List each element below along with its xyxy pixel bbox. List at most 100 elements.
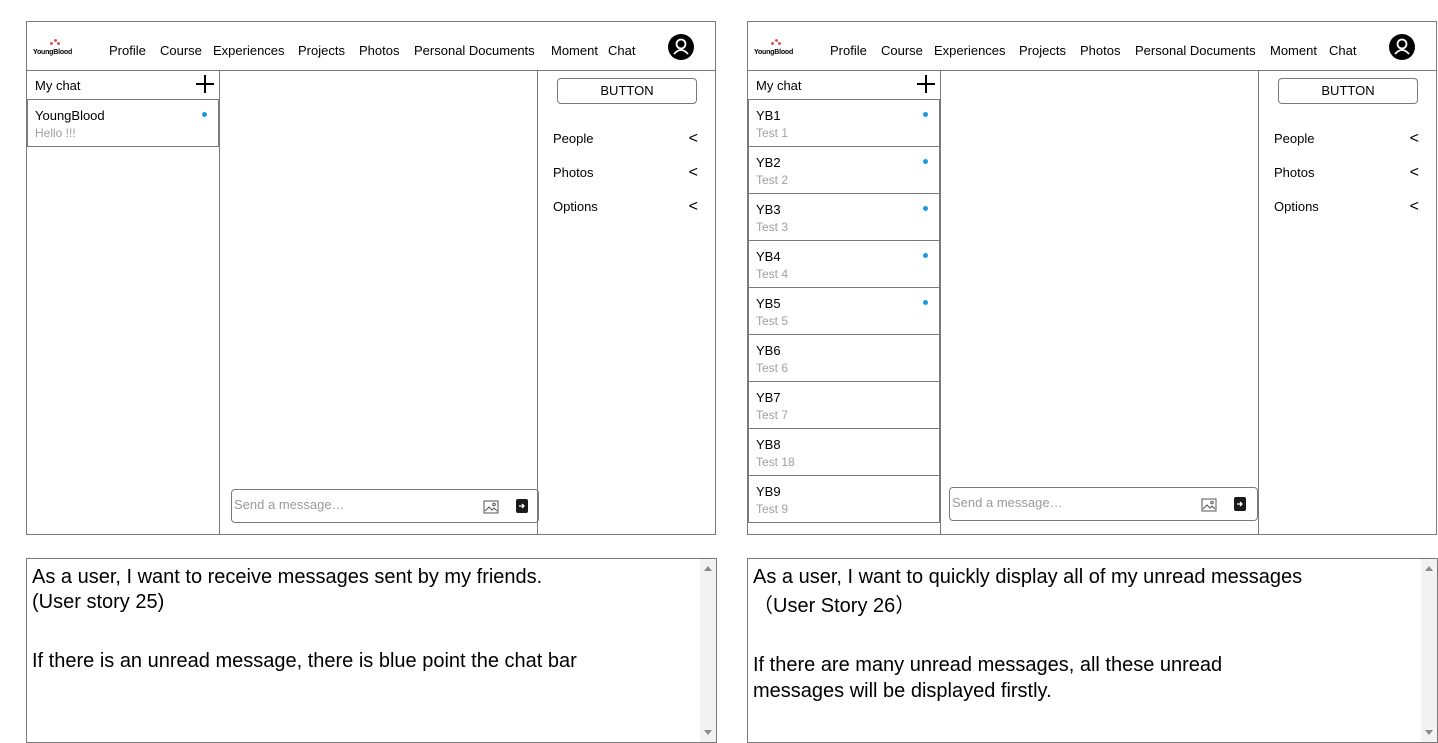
chat-preview: Test 9 (756, 502, 789, 516)
chat-preview: Test 2 (756, 173, 789, 187)
unread-dot-icon (202, 112, 207, 117)
scroll-up-icon[interactable] (704, 566, 712, 571)
chat-preview: Test 18 (756, 455, 795, 469)
logo-mark-icon (50, 39, 60, 47)
attach-image-icon[interactable] (1201, 498, 1217, 512)
chat-item[interactable]: YB3 Test 3 (748, 194, 940, 241)
option-people[interactable]: People < (553, 130, 698, 147)
chat-item[interactable]: YB8 Test 18 (748, 429, 940, 476)
nav-moment[interactable]: Moment (1270, 43, 1317, 58)
chat-name: YB4 (756, 249, 781, 264)
message-input[interactable] (234, 497, 464, 512)
option-label: Photos (553, 165, 594, 180)
add-chat-icon[interactable] (196, 75, 214, 93)
action-button[interactable]: BUTTON (557, 78, 697, 104)
user-avatar-icon[interactable] (1389, 34, 1415, 60)
chat-name: YB6 (756, 343, 781, 358)
unread-dot-icon (923, 206, 928, 211)
send-icon[interactable] (516, 499, 528, 513)
scroll-down-icon[interactable] (1425, 730, 1433, 735)
chat-sidebar: My chat YoungBlood Hello !!! (27, 70, 220, 534)
chat-sidebar-header: My chat (27, 70, 219, 100)
scrollbar[interactable] (700, 559, 716, 742)
nav-experiences[interactable]: Experiences (934, 43, 1006, 58)
chat-name: YB7 (756, 390, 781, 405)
nav-course[interactable]: Course (881, 43, 923, 58)
chat-name: YB1 (756, 108, 781, 123)
scroll-up-icon[interactable] (1425, 566, 1433, 571)
message-input[interactable] (952, 495, 1182, 510)
chat-name: YB3 (756, 202, 781, 217)
chat-preview: Test 6 (756, 361, 789, 375)
message-composer (949, 487, 1258, 521)
story-line: As a user, I want to receive messages se… (32, 566, 543, 588)
nav-projects[interactable]: Projects (1019, 43, 1066, 58)
nav-chat[interactable]: Chat (1329, 43, 1356, 58)
attach-image-icon[interactable] (483, 500, 499, 514)
option-label: Options (1274, 199, 1319, 214)
option-label: People (553, 131, 594, 146)
scrollbar[interactable] (1421, 559, 1437, 742)
story-line: （User Story 26） (753, 595, 916, 617)
chat-preview: Hello !!! (35, 126, 76, 140)
chat-name: YB8 (756, 437, 781, 452)
add-chat-icon[interactable] (917, 75, 935, 93)
chat-item[interactable]: YB5 Test 5 (748, 288, 940, 335)
chevron-left-icon: < (688, 164, 698, 181)
unread-dot-icon (923, 159, 928, 164)
nav-projects[interactable]: Projects (298, 43, 345, 58)
option-photos[interactable]: Photos < (1274, 164, 1419, 181)
chat-item[interactable]: YB6 Test 6 (748, 335, 940, 382)
chat-sidebar: My chat YB1 Test 1 YB2 Test 2 YB3 Test 3 YB… (748, 70, 941, 534)
nav-course[interactable]: Course (160, 43, 202, 58)
chat-item[interactable]: YB2 Test 2 (748, 147, 940, 194)
top-nav: YoungBlood Profile Course Experiences Pr… (748, 22, 1436, 71)
chat-item[interactable]: YB1 Test 1 (748, 100, 940, 147)
unread-dot-icon (923, 112, 928, 117)
chevron-left-icon: < (1409, 130, 1419, 147)
conversation-area (941, 70, 1260, 534)
nav-personal-documents[interactable]: Personal Documents (1135, 43, 1256, 58)
chat-item[interactable]: YB9 Test 9 (748, 476, 940, 523)
left-mockup-frame: YoungBlood Profile Course Experiences Pr… (26, 21, 716, 535)
scroll-down-icon[interactable] (704, 730, 712, 735)
chat-item[interactable]: YoungBlood Hello !!! (27, 100, 219, 147)
user-story-box-26: As a user, I want to quickly display all… (747, 558, 1438, 743)
nav-chat[interactable]: Chat (608, 43, 635, 58)
top-nav: YoungBlood Profile Course Experiences Pr… (27, 22, 715, 71)
logo[interactable]: YoungBlood (754, 39, 800, 61)
chevron-left-icon: < (688, 198, 698, 215)
nav-profile[interactable]: Profile (830, 43, 867, 58)
option-label: People (1274, 131, 1315, 146)
logo-mark-icon (771, 39, 781, 47)
sidebar-title: My chat (756, 78, 802, 93)
chevron-left-icon: < (1409, 198, 1419, 215)
details-panel: BUTTON People < Photos < Options < (1258, 70, 1436, 534)
message-composer (231, 489, 539, 523)
option-photos[interactable]: Photos < (553, 164, 698, 181)
chat-list: YoungBlood Hello !!! (27, 100, 219, 147)
nav-photos[interactable]: Photos (1080, 43, 1120, 58)
chat-preview: Test 4 (756, 267, 789, 281)
logo[interactable]: YoungBlood (33, 39, 79, 61)
nav-personal-documents[interactable]: Personal Documents (414, 43, 535, 58)
story-line: (User story 25) (32, 591, 165, 613)
user-avatar-icon[interactable] (668, 34, 694, 60)
nav-profile[interactable]: Profile (109, 43, 146, 58)
chat-item[interactable]: YB4 Test 4 (748, 241, 940, 288)
option-options[interactable]: Options < (1274, 198, 1419, 215)
option-people[interactable]: People < (1274, 130, 1419, 147)
nav-experiences[interactable]: Experiences (213, 43, 285, 58)
option-options[interactable]: Options < (553, 198, 698, 215)
details-panel: BUTTON People < Photos < Options < (537, 70, 715, 534)
chat-name: YB9 (756, 484, 781, 499)
chat-name: YoungBlood (35, 108, 105, 123)
story-line: messages will be displayed firstly. (753, 680, 1052, 702)
send-icon[interactable] (1234, 497, 1246, 511)
chat-preview: Test 7 (756, 408, 789, 422)
action-button[interactable]: BUTTON (1278, 78, 1418, 104)
unread-dot-icon (923, 253, 928, 258)
chat-item[interactable]: YB7 Test 7 (748, 382, 940, 429)
nav-moment[interactable]: Moment (551, 43, 598, 58)
nav-photos[interactable]: Photos (359, 43, 399, 58)
